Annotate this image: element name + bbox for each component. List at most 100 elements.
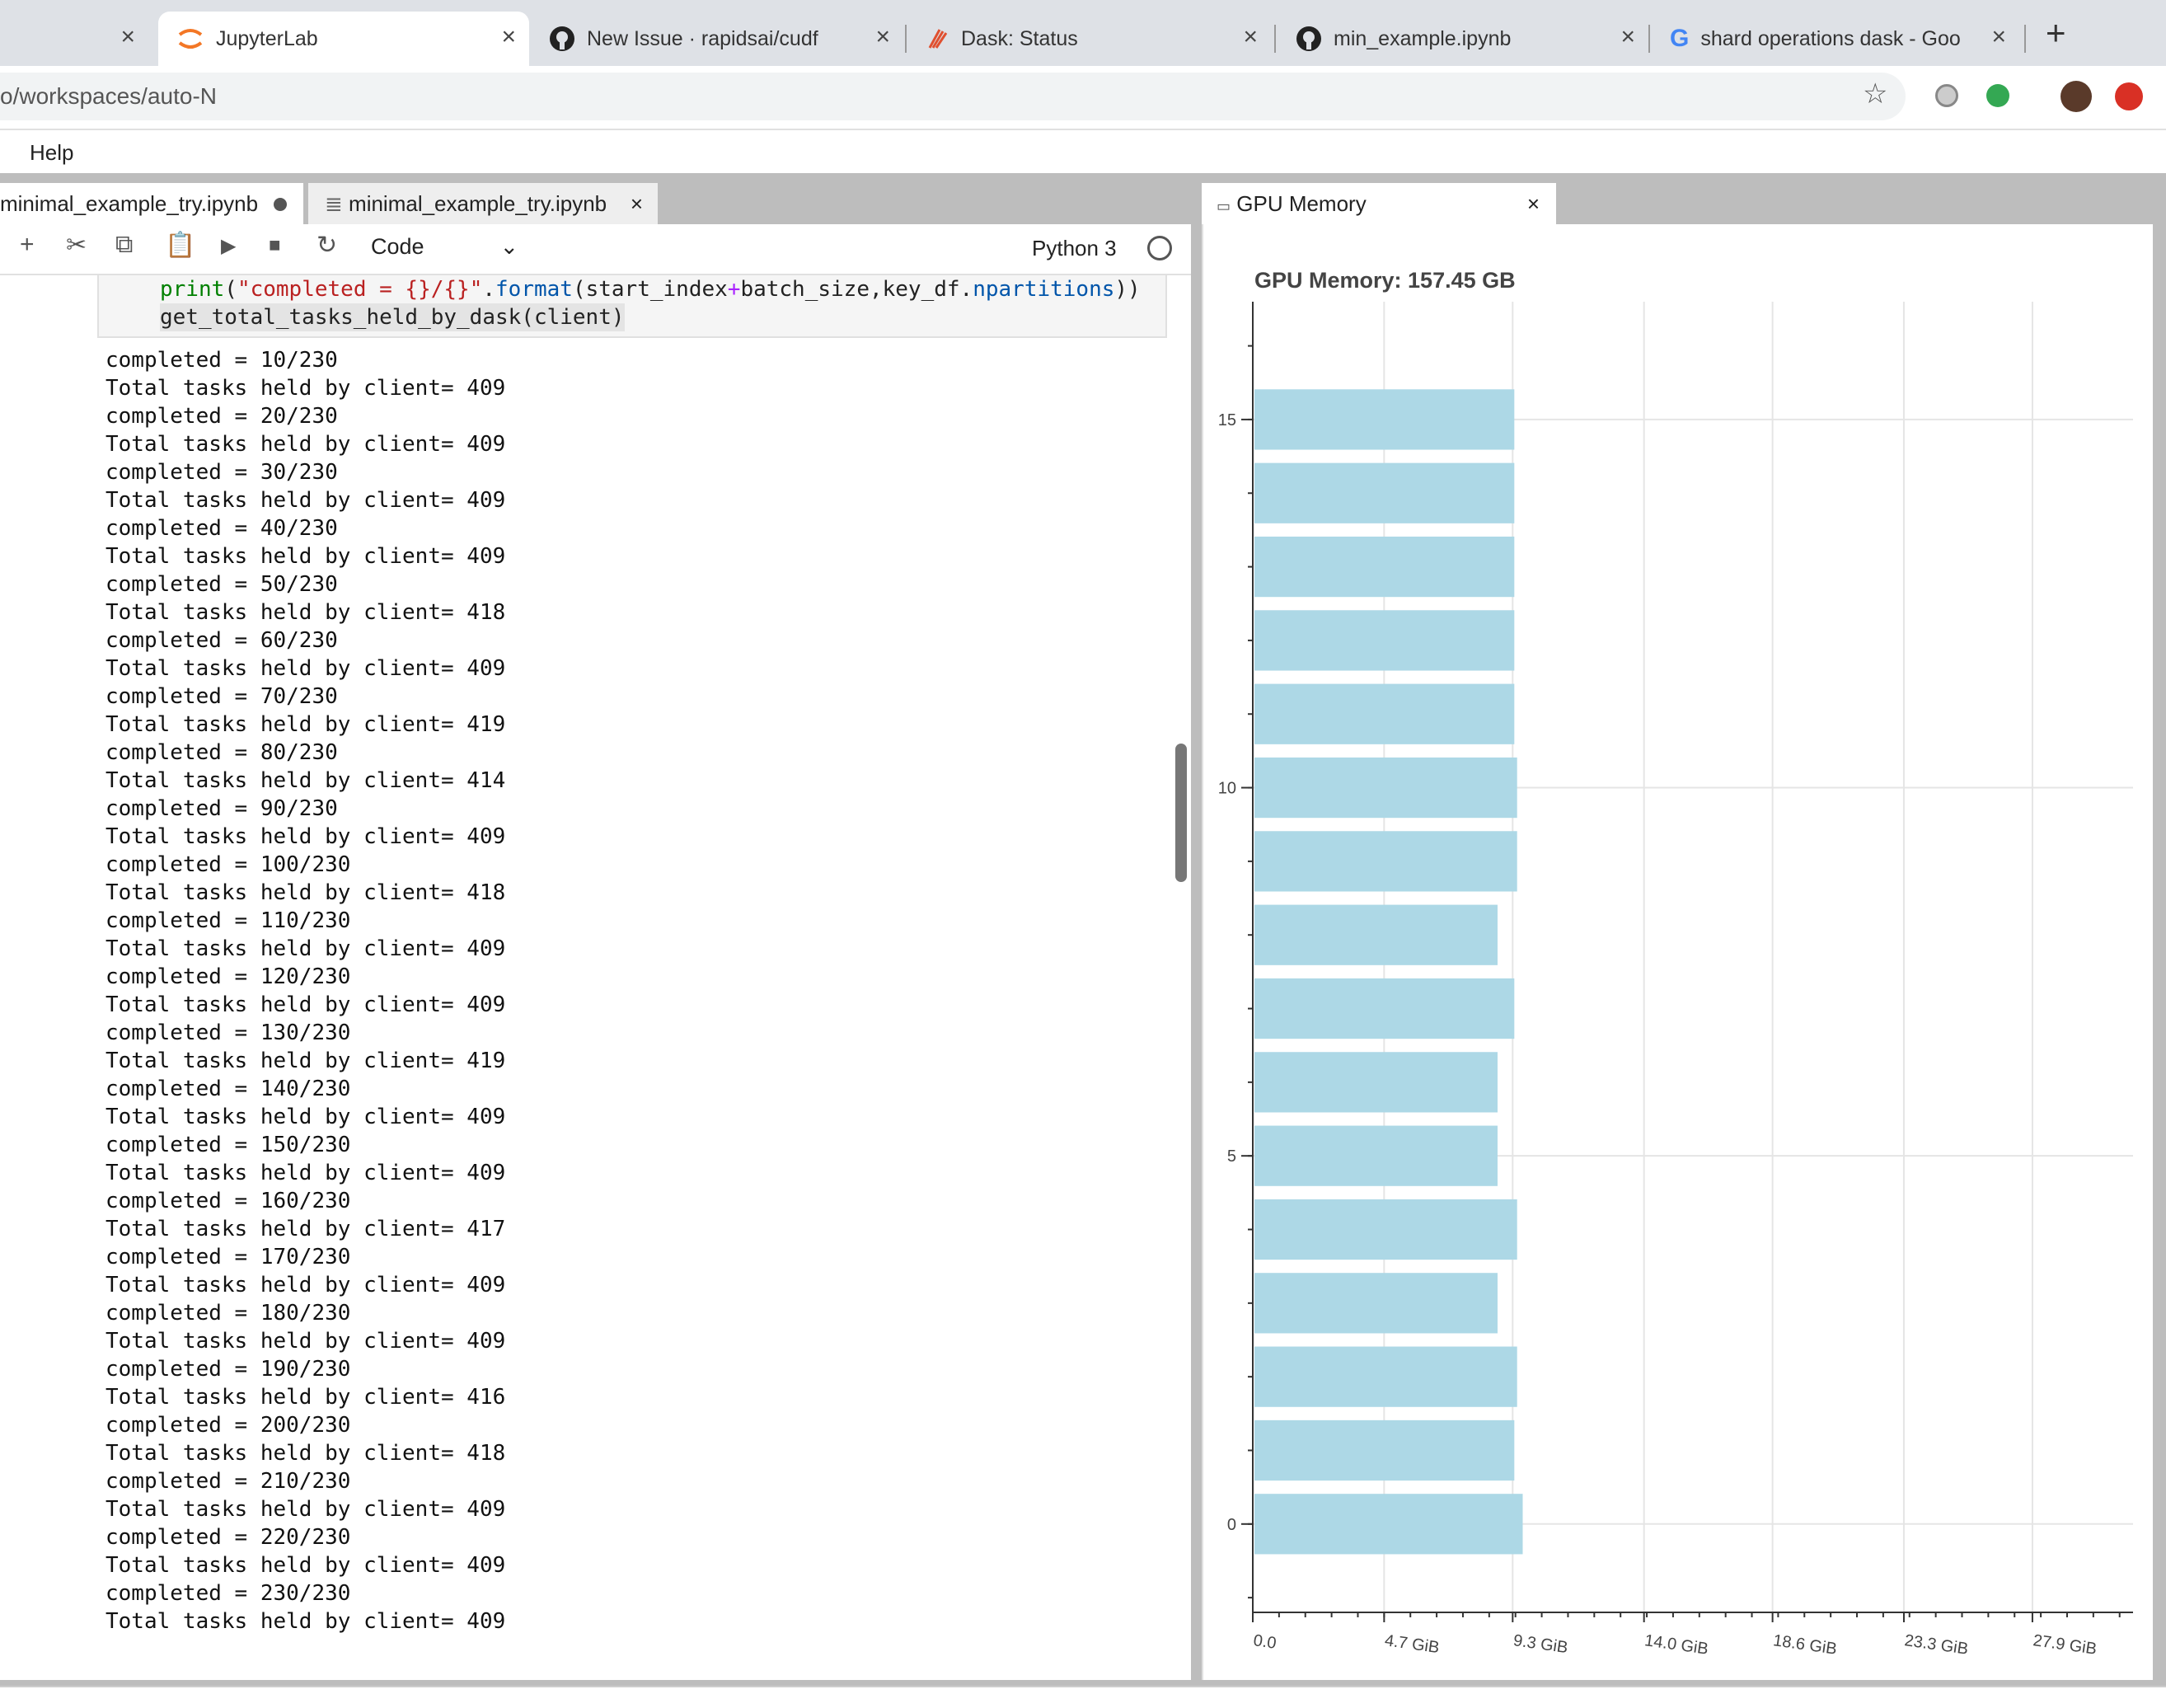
- output-line: Total tasks held by client= 409: [105, 936, 506, 961]
- tab-title: New Issue · rapidsai/cudf: [587, 26, 818, 50]
- output-line: Total tasks held by client= 409: [105, 1105, 506, 1129]
- y-tick-label: 15: [1218, 411, 1236, 429]
- close-icon[interactable]: ×: [631, 183, 643, 224]
- browser-tab-dask-status[interactable]: Dask: Status ×: [925, 12, 1263, 66]
- browser-tab-min-example[interactable]: min_example.ipynb ×: [1296, 12, 1640, 66]
- notebook-file-icon: ≣: [325, 191, 343, 216]
- bar: [1254, 1273, 1498, 1334]
- code-token: )): [1114, 277, 1141, 302]
- restart-button[interactable]: ↻: [316, 231, 337, 260]
- output-line: Total tasks held by client= 419: [105, 1049, 506, 1073]
- output-line: completed = 60/230: [105, 628, 338, 653]
- output-line: Total tasks held by client= 409: [105, 1497, 506, 1522]
- output-line: Total tasks held by client= 416: [105, 1385, 506, 1410]
- bar: [1254, 904, 1498, 965]
- tab-separator: [2024, 25, 2026, 53]
- bookmark-star-icon[interactable]: ☆: [1863, 77, 1887, 110]
- output-line: Total tasks held by client= 409: [105, 1609, 506, 1634]
- output-line: completed = 180/230: [105, 1301, 351, 1326]
- tab-label: minimal_example_try.ipynb: [349, 191, 607, 216]
- cut-button[interactable]: ✂: [66, 231, 87, 260]
- output-line: completed = 120/230: [105, 964, 351, 989]
- output-line: completed = 10/230: [105, 348, 338, 373]
- stop-button[interactable]: ■: [269, 234, 281, 257]
- browser-toolbar: o/workspaces/auto-N: [0, 66, 2166, 129]
- update-icon[interactable]: [2115, 82, 2143, 110]
- code-token: print: [160, 277, 225, 302]
- output-line: Total tasks held by client= 409: [105, 656, 506, 681]
- output-line: Total tasks held by client= 409: [105, 1329, 506, 1354]
- code-token: npartitions: [973, 277, 1115, 302]
- close-icon[interactable]: ×: [1527, 183, 1540, 224]
- x-tick-label: 0.0: [1252, 1631, 1278, 1653]
- extension-icon[interactable]: [1935, 84, 1958, 107]
- tab-title: JupyterLab: [216, 26, 318, 50]
- output-line: completed = 170/230: [105, 1245, 351, 1269]
- notebook-panel: + ✂ ⧉ 📋 ▶ ■ ↻ Code ⌄ Python 3 print("comp…: [0, 224, 1191, 1680]
- close-icon[interactable]: ×: [875, 23, 890, 51]
- code-line-2: get_total_tasks_held_by_dask(client): [160, 303, 625, 331]
- code-token: batch_size,key_df.: [740, 277, 973, 302]
- close-icon[interactable]: ×: [1620, 23, 1635, 51]
- close-icon[interactable]: ×: [1991, 23, 2006, 51]
- code-token: +: [727, 277, 741, 302]
- run-button[interactable]: ▶: [221, 234, 236, 258]
- output-line: completed = 150/230: [105, 1133, 351, 1157]
- output-line: completed = 210/230: [105, 1469, 351, 1494]
- jupyter-icon: [178, 29, 203, 49]
- tab-title: Dask: Status: [961, 26, 1078, 50]
- output-line: completed = 230/230: [105, 1581, 351, 1606]
- code-line-1: print("completed = {}/{}".format(start_i…: [160, 275, 1141, 303]
- output-line: Total tasks held by client= 418: [105, 600, 506, 625]
- bar: [1254, 757, 1517, 819]
- bar: [1254, 683, 1515, 744]
- new-tab-button[interactable]: +: [2046, 13, 2066, 53]
- x-tick-label: 4.7 GiB: [1384, 1631, 1441, 1657]
- close-icon[interactable]: ×: [1243, 23, 1258, 51]
- tab-notebook-second[interactable]: ≣ minimal_example_try.ipynb ×: [308, 183, 658, 224]
- scrollbar-thumb[interactable]: [1175, 744, 1187, 882]
- address-bar[interactable]: o/workspaces/auto-N: [0, 73, 1906, 120]
- code-token: .: [482, 277, 496, 302]
- avatar[interactable]: [2061, 81, 2092, 112]
- y-tick-label: 5: [1227, 1147, 1236, 1166]
- x-tick-label: 9.3 GiB: [1512, 1631, 1569, 1657]
- kernel-status-icon: [1147, 236, 1172, 260]
- paste-button[interactable]: 📋: [165, 231, 195, 260]
- chevron-down-icon: ⌄: [499, 234, 519, 259]
- tab-separator: [1648, 25, 1650, 53]
- output-line: Total tasks held by client= 409: [105, 1273, 506, 1297]
- output-line: Total tasks held by client= 418: [105, 1441, 506, 1466]
- output-line: Total tasks held by client= 418: [105, 880, 506, 905]
- github-icon: [1296, 26, 1321, 51]
- cell-type-select[interactable]: Code ⌄: [371, 234, 518, 260]
- kernel-name[interactable]: Python 3: [1032, 236, 1117, 261]
- bar: [1254, 462, 1515, 523]
- output-line: Total tasks held by client= 409: [105, 544, 506, 569]
- menu-help[interactable]: Help: [30, 140, 73, 166]
- copy-button[interactable]: ⧉: [115, 231, 133, 259]
- tab-notebook-active[interactable]: minimal_example_try.ipynb: [0, 183, 303, 224]
- notebook-tab-bar: minimal_example_try.ipynb ≣ minimal_exam…: [0, 183, 1191, 224]
- tab-label: GPU Memory: [1236, 191, 1367, 216]
- bar: [1254, 1125, 1498, 1186]
- tab-gpu-memory[interactable]: ▭ GPU Memory ×: [1202, 183, 1556, 224]
- notebook-toolbar: + ✂ ⧉ 📋 ▶ ■ ↻ Code ⌄ Python 3: [0, 224, 1191, 275]
- output-line: completed = 20/230: [105, 404, 338, 429]
- browser-tab-jupyterlab[interactable]: JupyterLab ×: [158, 12, 529, 66]
- bar: [1254, 610, 1515, 671]
- browser-tab-google-search[interactable]: G shard operations dask - Goo ×: [1670, 12, 2006, 66]
- output-line: Total tasks held by client= 417: [105, 1217, 506, 1241]
- unsaved-dot-icon: [274, 198, 288, 211]
- close-icon[interactable]: ×: [501, 23, 516, 51]
- code-token: (start_index: [572, 277, 728, 302]
- add-cell-button[interactable]: +: [20, 231, 35, 259]
- cell-type-label: Code: [371, 234, 424, 259]
- code-cell[interactable]: print("completed = {}/{}".format(start_i…: [97, 274, 1167, 338]
- gpu-memory-chart: 0 5 10 15 0.0 4.7 GiB 9.3 GiB 14.0 GiB 18.6 GiB 2…: [1218, 302, 2133, 1659]
- extension-green-icon[interactable]: [1986, 84, 2009, 107]
- gpu-icon: ▭: [1217, 198, 1231, 214]
- output-line: completed = 110/230: [105, 908, 351, 933]
- browser-tab-new-issue[interactable]: New Issue · rapidsai/cudf ×: [549, 12, 895, 66]
- cell-output: completed = 10/230 Total tasks held by cl…: [105, 346, 505, 1635]
